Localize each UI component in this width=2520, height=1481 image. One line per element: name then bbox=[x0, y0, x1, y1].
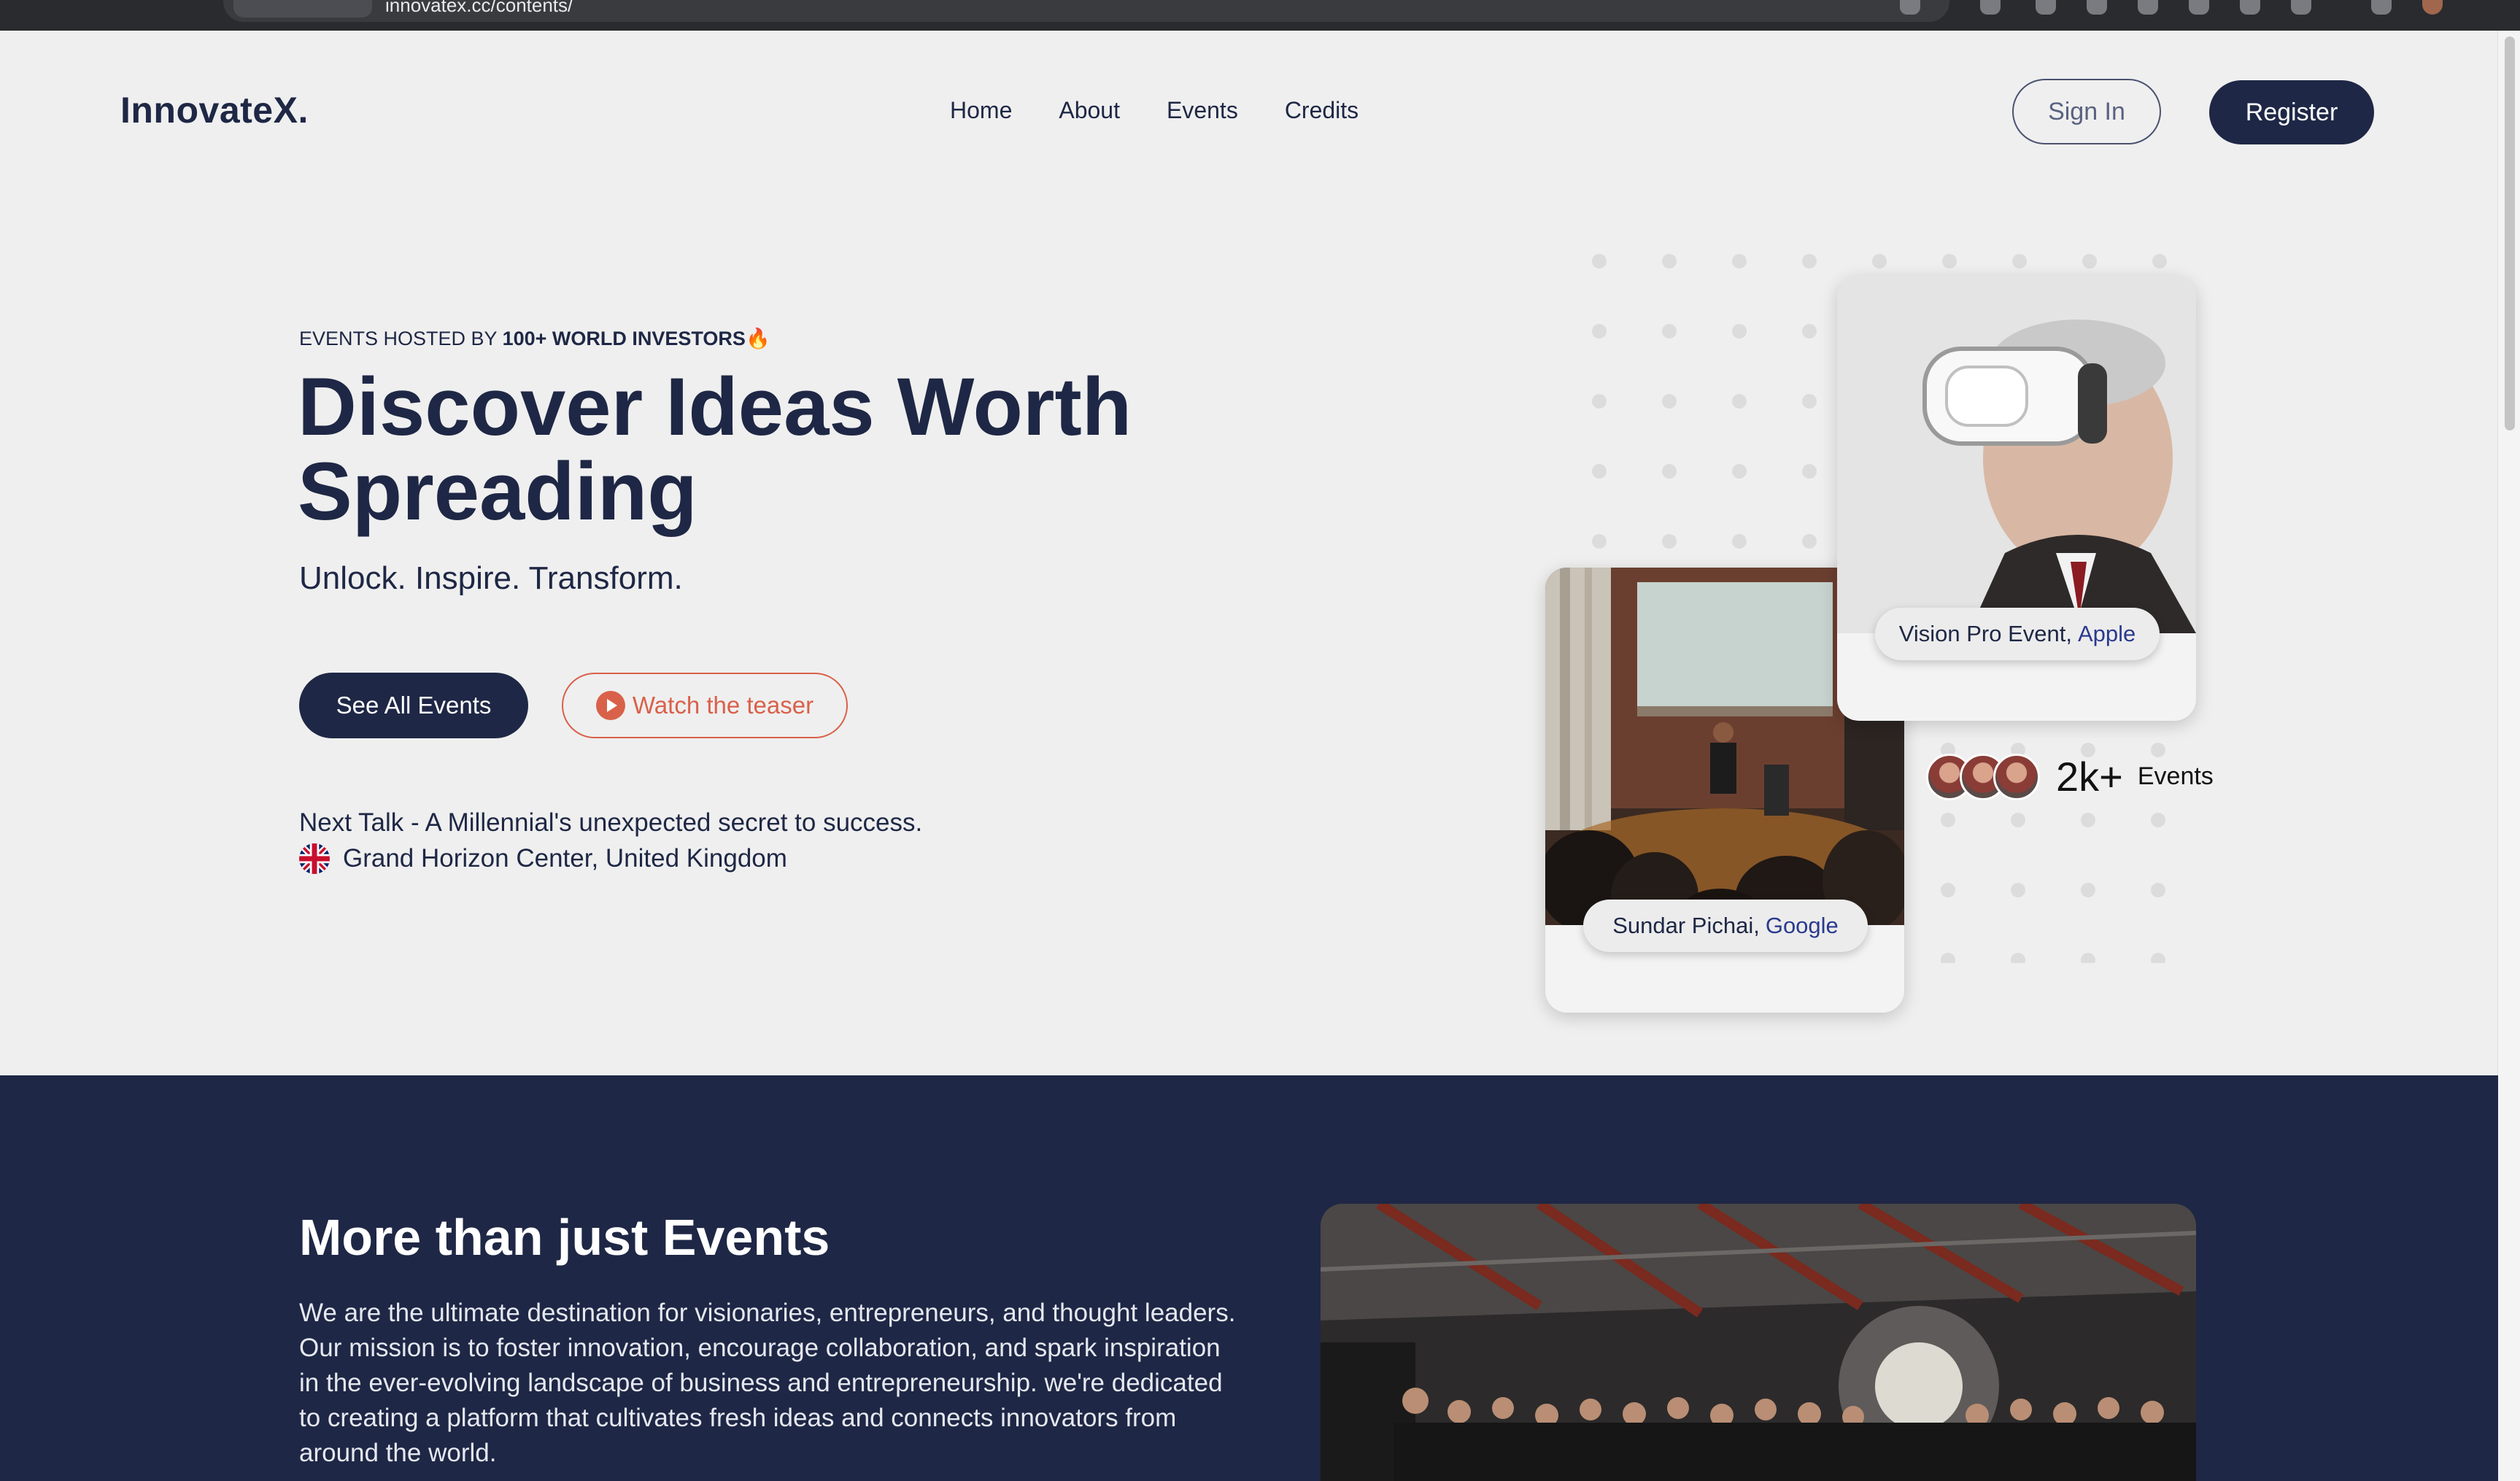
event-card-vision[interactable]: Vision Pro Event, Apple bbox=[1837, 276, 2196, 721]
community-photo bbox=[1321, 1204, 2196, 1481]
scrollbar-thumb[interactable] bbox=[2505, 36, 2515, 430]
events-count-label: Events bbox=[2137, 762, 2214, 790]
hero-title: Discover Ideas Worth Spreading bbox=[298, 361, 1132, 537]
main-nav: Home About Events Credits bbox=[950, 97, 1405, 124]
extension-icon[interactable] bbox=[1980, 0, 2001, 15]
venue-text: Grand Horizon Center, United Kingdom bbox=[343, 844, 787, 873]
next-talk-text: Next Talk - A Millennial's unexpected se… bbox=[299, 808, 923, 837]
hero-subtitle: Unlock. Inspire. Transform. bbox=[299, 560, 683, 596]
sign-in-button[interactable]: Sign In bbox=[2012, 79, 2161, 144]
hero-eyebrow: EVENTS HOSTED BY 100+ WORLD INVESTORS🔥 bbox=[299, 327, 770, 350]
uk-flag-icon bbox=[299, 843, 330, 874]
bookmark-star-icon[interactable] bbox=[1900, 0, 1920, 15]
register-button[interactable]: Register bbox=[2209, 80, 2374, 144]
talk-card-company[interactable]: Google bbox=[1766, 913, 1839, 939]
about-text: We are the ultimate destination for visi… bbox=[299, 1299, 1236, 1467]
fire-icon: 🔥 bbox=[745, 328, 770, 349]
watch-teaser-label: Watch the teaser bbox=[632, 692, 814, 719]
vision-card-company[interactable]: Apple bbox=[2078, 621, 2136, 647]
extension-icon[interactable] bbox=[2240, 0, 2260, 15]
avatar bbox=[1993, 753, 2040, 800]
browser-toolbar: innovatex.cc/contents/ bbox=[0, 0, 2520, 31]
play-icon bbox=[595, 691, 625, 720]
eyebrow-prefix: EVENTS HOSTED BY bbox=[299, 328, 498, 349]
nav-credits[interactable]: Credits bbox=[1285, 97, 1358, 124]
vision-card-caption: Vision Pro Event, Apple bbox=[1875, 608, 2160, 660]
not-secure-badge[interactable] bbox=[233, 0, 372, 18]
vision-card-label: Vision Pro Event, bbox=[1898, 621, 2072, 646]
site-logo[interactable]: InnovateX. bbox=[120, 89, 309, 131]
vr-headset-photo bbox=[1837, 276, 2196, 633]
download-icon[interactable] bbox=[2371, 0, 2392, 15]
venue-info: Grand Horizon Center, United Kingdom bbox=[299, 843, 787, 874]
nav-about[interactable]: About bbox=[1059, 97, 1120, 124]
extension-icon[interactable] bbox=[2291, 0, 2311, 15]
extension-icon[interactable] bbox=[2138, 0, 2158, 15]
profile-avatar[interactable] bbox=[2422, 0, 2443, 15]
events-stat: 2k+ Events bbox=[1926, 753, 2214, 800]
avatar-stack bbox=[1926, 753, 2040, 800]
events-count: 2k+ bbox=[2056, 754, 2123, 800]
extension-icon[interactable] bbox=[2036, 0, 2056, 15]
extension-icon[interactable] bbox=[2087, 0, 2107, 15]
talk-card-label: Sundar Pichai, bbox=[1612, 913, 1760, 938]
address-url[interactable]: innovatex.cc/contents/ bbox=[385, 0, 573, 17]
nav-home[interactable]: Home bbox=[950, 97, 1012, 124]
nav-events[interactable]: Events bbox=[1167, 97, 1238, 124]
extension-icon[interactable] bbox=[2189, 0, 2209, 15]
watch-teaser-button[interactable]: Watch the teaser bbox=[562, 673, 848, 738]
eyebrow-highlight: 100+ WORLD INVESTORS bbox=[502, 328, 746, 349]
talk-card-caption: Sundar Pichai, Google bbox=[1583, 900, 1868, 952]
see-all-events-button[interactable]: See All Events bbox=[299, 673, 528, 738]
about-title: More than just Events bbox=[299, 1209, 830, 1266]
